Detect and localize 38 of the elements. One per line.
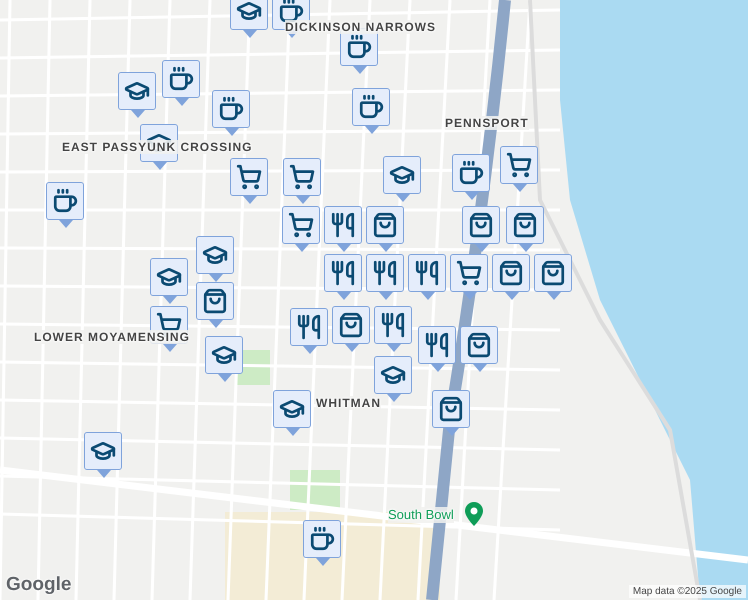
fork-knife-icon	[414, 260, 440, 286]
fork-knife-icon	[330, 260, 356, 286]
fork-knife-icon	[330, 212, 356, 238]
bag-icon	[202, 288, 228, 314]
fork-knife-icon	[296, 314, 322, 340]
cup-icon	[358, 94, 384, 120]
cart-icon	[236, 164, 262, 190]
cup-icon	[218, 96, 244, 122]
neighborhood-label: PENNSPORT	[445, 116, 529, 130]
map[interactable]: DICKINSON NARROWS PENNSPORT EAST PASSYUNK CROSSING LOWER MOYAMENSING WHITMAN South Bowl Google Map data ©2025 Google	[0, 0, 748, 600]
fork-knife-icon	[380, 312, 406, 338]
place-pin-icon[interactable]	[465, 502, 483, 526]
cup-icon	[278, 0, 304, 24]
bag-icon	[540, 260, 566, 286]
fork-knife-icon	[424, 332, 450, 358]
bag-icon	[338, 312, 364, 338]
cup-icon	[346, 34, 372, 60]
cup-icon	[168, 66, 194, 92]
neighborhood-label: EAST PASSYUNK CROSSING	[62, 140, 252, 154]
fork-knife-icon	[372, 260, 398, 286]
bag-icon	[468, 212, 494, 238]
neighborhood-label: LOWER MOYAMENSING	[34, 330, 190, 344]
cart-icon	[506, 152, 532, 178]
google-logo: Google	[6, 574, 72, 596]
cup-icon	[309, 526, 335, 552]
bag-icon	[438, 396, 464, 422]
cup-icon	[52, 188, 78, 214]
cart-icon	[289, 164, 315, 190]
map-attribution: Map data ©2025 Google	[628, 585, 746, 598]
bag-icon	[498, 260, 524, 286]
cart-icon	[288, 212, 314, 238]
cart-icon	[456, 260, 482, 286]
bag-icon	[372, 212, 398, 238]
neighborhood-label: DICKINSON NARROWS	[285, 20, 436, 34]
bag-icon	[466, 332, 492, 358]
bag-icon	[512, 212, 538, 238]
cup-icon	[458, 160, 484, 186]
neighborhood-label: WHITMAN	[316, 396, 381, 410]
